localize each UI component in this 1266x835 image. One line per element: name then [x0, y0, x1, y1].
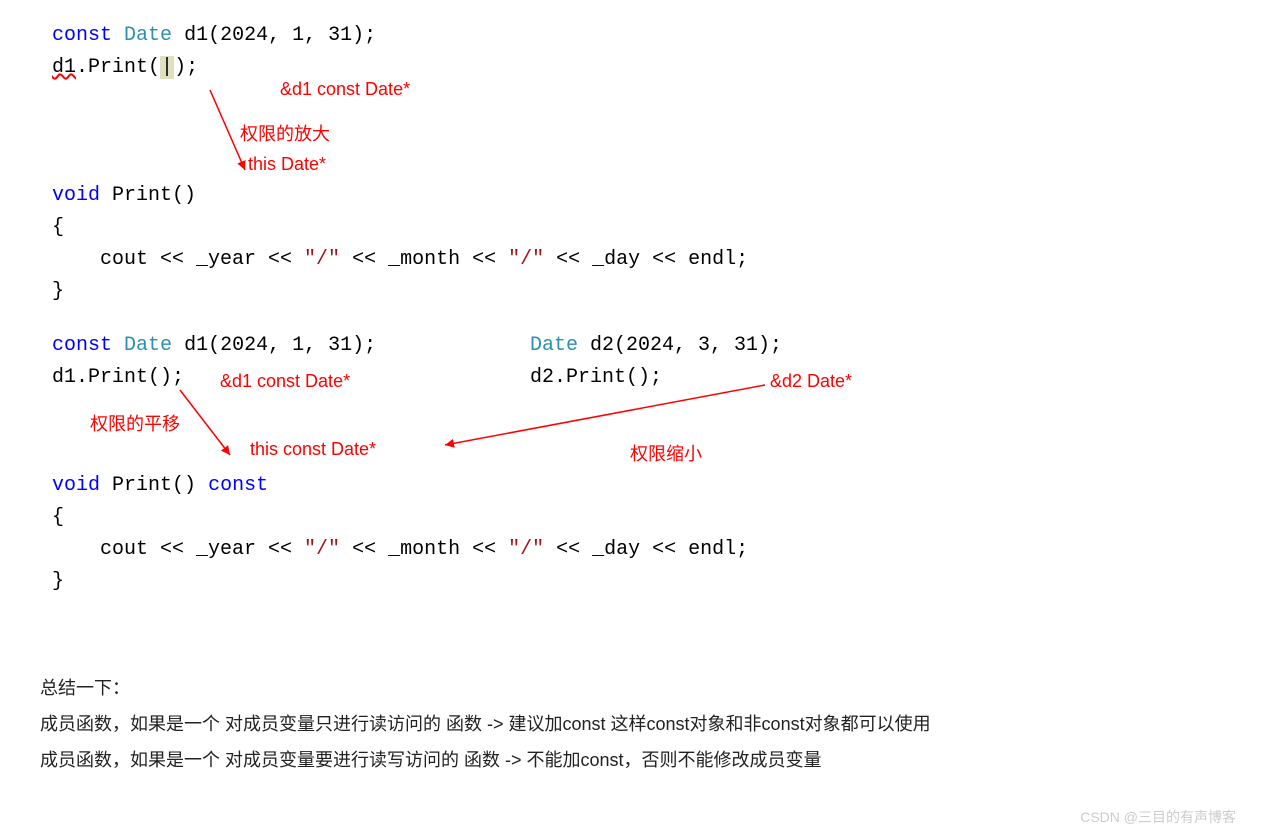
code-line: void Print()	[40, 180, 748, 212]
arrow-translate	[170, 385, 250, 465]
code-section-2: const Date d1(2024, 1, 31); d1.Print(); …	[40, 330, 1226, 630]
watermark: CSDN @三目的有声博客	[1080, 807, 1236, 827]
keyword-void: void	[52, 474, 100, 497]
string-literal: "/"	[304, 248, 340, 271]
annotation-addr-right: &d2 Date*	[770, 367, 852, 396]
code-line: {	[40, 212, 748, 244]
type-date: Date	[124, 334, 172, 357]
annotation-shrink: 权限缩小	[630, 440, 702, 469]
code-line: const Date d1(2024, 1, 31);	[40, 20, 1226, 52]
annotation-expand: 权限的放大	[240, 120, 330, 149]
code-line: d1.Print(|);	[40, 52, 1226, 84]
keyword-const: const	[208, 474, 268, 497]
keyword-void: void	[52, 184, 100, 207]
string-literal: "/"	[304, 538, 340, 561]
code-line: cout << _year << "/" << _month << "/" <<…	[40, 534, 748, 566]
annotation-translate: 权限的平移	[90, 410, 180, 439]
code-text: d1(2024, 1, 31);	[172, 334, 376, 357]
cursor: |	[160, 56, 174, 79]
code-section-1: const Date d1(2024, 1, 31); d1.Print(|);…	[40, 20, 1226, 330]
keyword-const: const	[52, 24, 112, 47]
string-literal: "/"	[508, 538, 544, 561]
code-text: << _day << endl;	[544, 248, 748, 271]
annotation-this-const: this const Date*	[250, 435, 376, 464]
code-line: }	[40, 276, 748, 308]
code-line: d2.Print();	[530, 362, 782, 394]
summary-title: 总结一下：	[40, 670, 1226, 706]
annotation-addr1: &d1 const Date*	[280, 75, 410, 104]
summary-line: 成员函数，如果是一个 对成员变量要进行读写访问的 函数 -> 不能加const，…	[40, 742, 1226, 778]
code-line: void Print() const	[40, 470, 748, 502]
code-text: d1(2024, 1, 31);	[172, 24, 376, 47]
func-name: Print()	[100, 474, 208, 497]
error-underline: d1	[52, 56, 76, 79]
code-line: {	[40, 502, 748, 534]
type-date: Date	[530, 334, 578, 357]
code-text: cout << _year <<	[100, 248, 304, 271]
string-literal: "/"	[508, 248, 544, 271]
code-text: << _month <<	[340, 248, 508, 271]
code-text: << _day << endl;	[544, 538, 748, 561]
code-text: d1.Print();	[52, 366, 184, 389]
code-text: .Print(	[76, 56, 160, 79]
annotation-this: this Date*	[248, 150, 326, 179]
code-text: );	[174, 56, 198, 79]
type-date: Date	[124, 24, 172, 47]
code-line: Date d2(2024, 3, 31);	[530, 330, 782, 362]
code-line: const Date d1(2024, 1, 31);	[40, 330, 376, 362]
code-line: cout << _year << "/" << _month << "/" <<…	[40, 244, 748, 276]
keyword-const: const	[52, 334, 112, 357]
code-text: cout << _year <<	[100, 538, 304, 561]
annotation-addr-left: &d1 const Date*	[220, 367, 350, 396]
summary-line: 成员函数，如果是一个 对成员变量只进行读访问的 函数 -> 建议加const 这…	[40, 706, 1226, 742]
code-text: d2(2024, 3, 31);	[578, 334, 782, 357]
func-name: Print()	[100, 184, 196, 207]
code-line: }	[40, 566, 748, 598]
code-text: << _month <<	[340, 538, 508, 561]
code-text: d2.Print();	[530, 366, 662, 389]
summary-block: 总结一下： 成员函数，如果是一个 对成员变量只进行读访问的 函数 -> 建议加c…	[40, 670, 1226, 778]
